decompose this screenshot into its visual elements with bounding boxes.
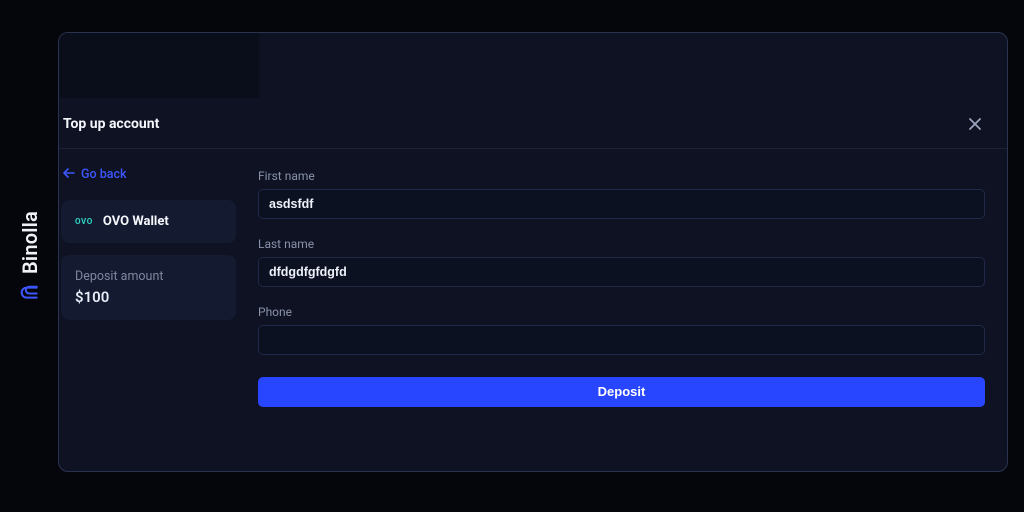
brand-logo: Binolla	[18, 211, 42, 301]
topup-modal: Top up account Go back OVO OVO Wallet	[58, 32, 1008, 472]
go-back-link[interactable]: Go back	[61, 167, 236, 188]
deposit-amount-card: Deposit amount $100	[61, 255, 236, 320]
deposit-button[interactable]: Deposit	[258, 377, 985, 407]
phone-label: Phone	[258, 305, 985, 319]
wallet-badge: OVO	[75, 217, 93, 226]
arrow-left-icon	[63, 167, 75, 182]
wallet-name: OVO Wallet	[103, 214, 169, 229]
modal-right-pane: Top up account Go back OVO OVO Wallet	[59, 98, 1007, 472]
deposit-amount-value: $100	[75, 288, 222, 306]
summary-column: Go back OVO OVO Wallet Deposit amount $1…	[61, 167, 258, 407]
brand-name: Binolla	[18, 211, 42, 274]
form-column: First name Last name Phone Deposit	[258, 167, 985, 407]
modal-header: Top up account	[59, 98, 1007, 149]
last-name-label: Last name	[258, 237, 985, 251]
modal-title: Top up account	[63, 116, 159, 132]
go-back-label: Go back	[81, 167, 127, 182]
modal-body: Go back OVO OVO Wallet Deposit amount $1…	[59, 149, 1007, 407]
brand-mark-icon	[20, 281, 40, 301]
last-name-field[interactable]	[258, 257, 985, 287]
wallet-card[interactable]: OVO OVO Wallet	[61, 200, 236, 243]
first-name-label: First name	[258, 169, 985, 183]
close-icon[interactable]	[965, 114, 985, 134]
modal-left-pane	[59, 33, 259, 98]
deposit-amount-label: Deposit amount	[75, 269, 222, 284]
phone-field[interactable]	[258, 325, 985, 355]
first-name-field[interactable]	[258, 189, 985, 219]
